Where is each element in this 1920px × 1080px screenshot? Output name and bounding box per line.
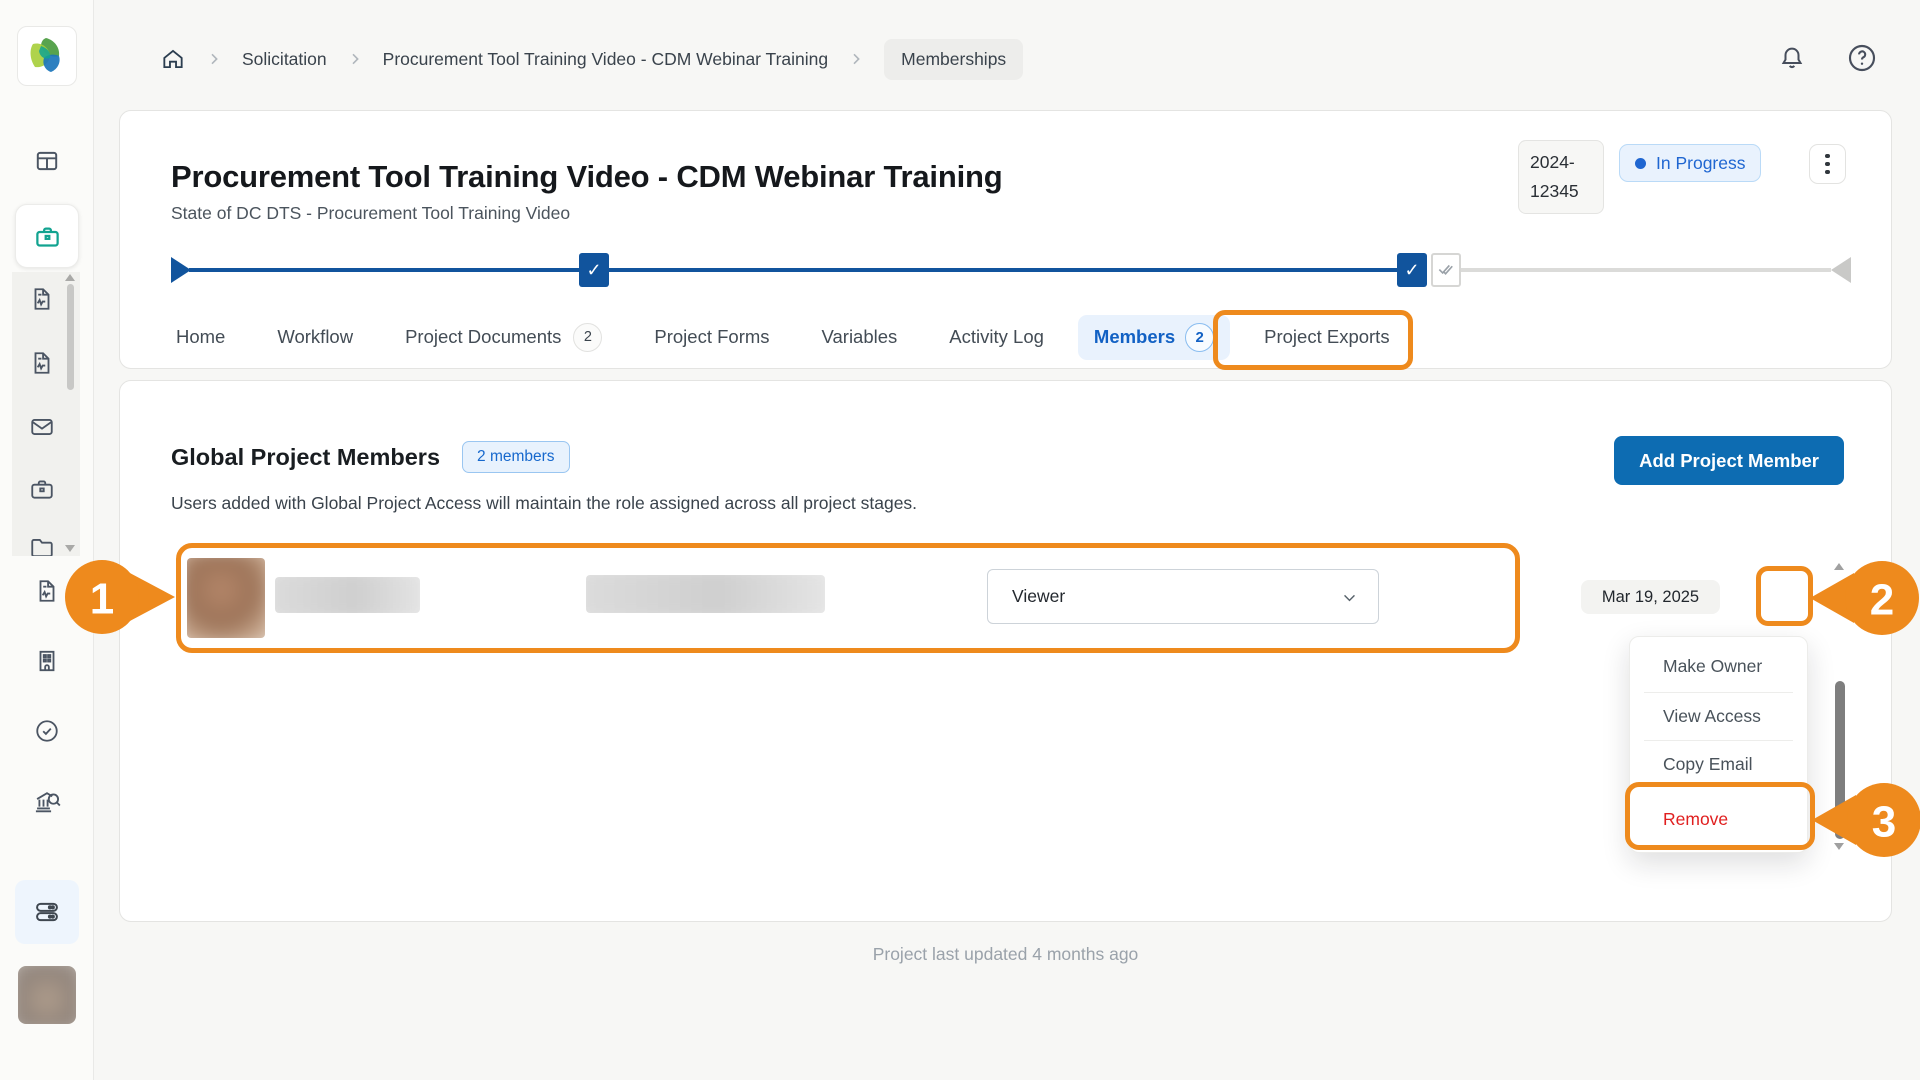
project-header-card: Procurement Tool Training Video - CDM We… bbox=[119, 110, 1892, 369]
help-icon bbox=[1846, 42, 1878, 74]
scroll-up-icon[interactable] bbox=[65, 274, 75, 281]
member-added-date: Mar 19, 2025 bbox=[1581, 580, 1720, 614]
tab-variables[interactable]: Variables bbox=[796, 306, 924, 368]
menu-item-copy-email[interactable]: Copy Email bbox=[1630, 742, 1807, 786]
timeline-segment-future bbox=[1461, 268, 1831, 272]
menu-item-remove[interactable]: Remove bbox=[1630, 793, 1807, 845]
chevron-right-icon bbox=[347, 51, 363, 67]
section-description: Users added with Global Project Access w… bbox=[171, 493, 917, 514]
document-report-icon bbox=[29, 350, 55, 376]
user-avatar[interactable] bbox=[18, 966, 76, 1024]
breadcrumb: Solicitation Procurement Tool Training V… bbox=[160, 34, 1023, 84]
notifications-button[interactable] bbox=[1776, 42, 1808, 74]
dashboard-icon bbox=[34, 148, 60, 174]
workflow-progress-timeline: ✓ ✓ bbox=[171, 253, 1857, 287]
tab-project-forms[interactable]: Project Forms bbox=[628, 306, 795, 368]
sidebar-item-briefcase[interactable] bbox=[29, 476, 55, 502]
project-more-actions-button[interactable] bbox=[1809, 144, 1846, 184]
tab-count-badge: 2 bbox=[1185, 323, 1214, 352]
home-icon[interactable] bbox=[160, 46, 186, 72]
building-icon bbox=[34, 648, 60, 674]
briefcase-icon bbox=[29, 476, 55, 502]
folder-icon bbox=[29, 534, 55, 556]
menu-divider bbox=[1644, 692, 1793, 693]
app-logo[interactable] bbox=[17, 26, 77, 86]
tab-activity-log[interactable]: Activity Log bbox=[923, 306, 1070, 368]
sidebar-scroll-group bbox=[12, 272, 80, 556]
sidebar-item-organization[interactable] bbox=[34, 648, 60, 674]
status-badge[interactable]: In Progress bbox=[1619, 144, 1761, 182]
government-search-icon bbox=[33, 788, 61, 816]
app-window: Solicitation Procurement Tool Training V… bbox=[0, 0, 1920, 1080]
menu-item-view-access[interactable]: View Access bbox=[1630, 694, 1807, 738]
timeline-segment bbox=[189, 268, 579, 272]
menu-divider bbox=[1644, 740, 1793, 741]
breadcrumb-solicitation[interactable]: Solicitation bbox=[242, 49, 327, 70]
members-card: Global Project Members 2 members Users a… bbox=[119, 380, 1892, 922]
member-name-redacted bbox=[275, 577, 420, 613]
tab-project-exports[interactable]: Project Exports bbox=[1238, 306, 1415, 368]
breadcrumb-project[interactable]: Procurement Tool Training Video - CDM We… bbox=[383, 49, 829, 70]
member-role-select[interactable]: Viewer bbox=[987, 569, 1379, 624]
scroll-up-icon[interactable] bbox=[1834, 563, 1844, 570]
timeline-segment bbox=[609, 268, 1397, 272]
status-label: In Progress bbox=[1656, 153, 1745, 174]
member-actions-button[interactable] bbox=[1820, 578, 1856, 620]
member-email-redacted bbox=[586, 575, 825, 613]
chevron-right-icon bbox=[206, 51, 222, 67]
tab-home[interactable]: Home bbox=[150, 306, 251, 368]
chevron-right-icon bbox=[848, 51, 864, 67]
add-project-member-button[interactable]: Add Project Member bbox=[1614, 436, 1844, 485]
tab-project-documents[interactable]: Project Documents 2 bbox=[379, 306, 628, 368]
breadcrumb-memberships[interactable]: Memberships bbox=[884, 39, 1023, 80]
sidebar-item-document-3[interactable] bbox=[34, 578, 60, 604]
last-updated-text: Project last updated 4 months ago bbox=[119, 944, 1892, 965]
tab-members-active[interactable]: Members 2 bbox=[1078, 315, 1230, 360]
scroll-down-icon[interactable] bbox=[1834, 843, 1844, 850]
sidebar-item-document-2[interactable] bbox=[29, 350, 55, 376]
page-title: Procurement Tool Training Video - CDM We… bbox=[171, 159, 1002, 195]
sidebar-item-folder[interactable] bbox=[29, 534, 55, 556]
sidebar-scrollbar-thumb[interactable] bbox=[67, 284, 74, 390]
sidebar-item-projects-active[interactable] bbox=[15, 204, 79, 268]
timeline-step-complete-icon[interactable]: ✓ bbox=[579, 253, 609, 287]
sidebar-item-dashboard[interactable] bbox=[34, 148, 60, 174]
project-id-box: 2024-12345 bbox=[1518, 140, 1604, 214]
mail-icon bbox=[29, 414, 55, 440]
project-subtitle: State of DC DTS - Procurement Tool Train… bbox=[171, 203, 570, 224]
sidebar-item-mail[interactable] bbox=[29, 414, 55, 440]
status-dot-icon bbox=[1635, 158, 1646, 169]
check-circle-icon bbox=[34, 718, 60, 744]
member-row: Viewer Mar 19, 2025 bbox=[171, 546, 1844, 654]
scroll-down-icon[interactable] bbox=[65, 545, 75, 552]
logo-leaves-icon bbox=[25, 34, 69, 78]
menu-item-make-owner[interactable]: Make Owner bbox=[1630, 643, 1807, 689]
member-avatar bbox=[187, 558, 265, 638]
sidebar bbox=[0, 0, 94, 1080]
section-heading: Global Project Members bbox=[171, 444, 440, 471]
briefcase-icon bbox=[34, 223, 61, 250]
member-count-badge: 2 members bbox=[462, 441, 570, 473]
sidebar-item-document-1[interactable] bbox=[29, 286, 55, 312]
bell-icon bbox=[1777, 43, 1807, 73]
timeline-start-icon bbox=[171, 257, 191, 283]
tab-workflow[interactable]: Workflow bbox=[251, 306, 379, 368]
chevron-down-icon bbox=[1341, 589, 1358, 606]
selected-role: Viewer bbox=[1012, 586, 1065, 607]
document-report-icon bbox=[34, 578, 60, 604]
document-report-icon bbox=[29, 286, 55, 312]
sidebar-item-procurement-search[interactable] bbox=[33, 788, 61, 816]
help-button[interactable] bbox=[1846, 42, 1878, 74]
servers-icon bbox=[33, 898, 61, 926]
timeline-step-complete-icon[interactable]: ✓ bbox=[1397, 253, 1427, 287]
content-scrollbar-thumb[interactable] bbox=[1835, 681, 1845, 839]
sidebar-item-data-active[interactable] bbox=[15, 880, 79, 944]
tab-count-badge: 2 bbox=[573, 323, 602, 352]
sidebar-item-approvals[interactable] bbox=[34, 718, 60, 744]
member-actions-menu: Make Owner View Access Copy Email Remove bbox=[1629, 636, 1808, 853]
project-tabs: Home Workflow Project Documents 2 Projec… bbox=[150, 306, 1416, 368]
timeline-step-pending-icon[interactable] bbox=[1431, 253, 1461, 287]
timeline-end-icon bbox=[1831, 257, 1851, 283]
